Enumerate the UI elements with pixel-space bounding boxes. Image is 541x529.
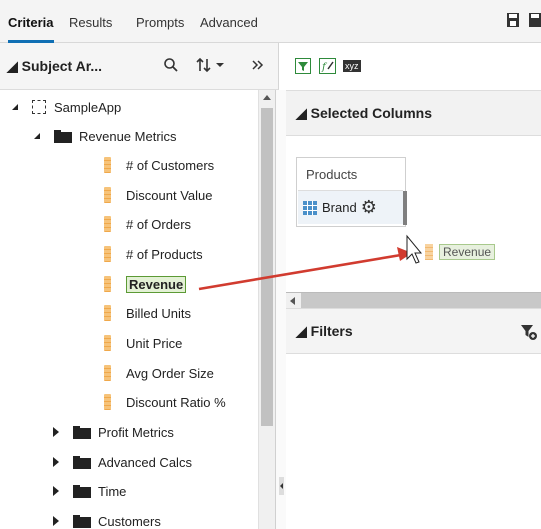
tab-prompts[interactable]: Prompts bbox=[136, 15, 184, 30]
sort-icon[interactable] bbox=[196, 57, 226, 77]
measure-label: # of Products bbox=[126, 246, 203, 262]
columns-horizontal-scrollbar[interactable] bbox=[286, 292, 541, 308]
measure-item[interactable]: Unit Price bbox=[104, 332, 182, 354]
pane-splitter[interactable] bbox=[275, 90, 286, 529]
tree-root-label: SampleApp bbox=[54, 99, 122, 115]
folder-label: Revenue Metrics bbox=[79, 128, 177, 144]
measure-item[interactable]: Discount Value bbox=[104, 184, 212, 206]
subject-area-icon bbox=[32, 100, 46, 114]
measure-icon bbox=[104, 157, 111, 173]
column-label: Brand bbox=[322, 200, 357, 215]
column-brand[interactable]: Brand ⚙ bbox=[298, 190, 407, 225]
folder-icon bbox=[73, 425, 91, 439]
folder-label: Advanced Calcs bbox=[98, 454, 192, 470]
folder-icon bbox=[73, 455, 91, 469]
folder-label: Time bbox=[98, 483, 127, 499]
measure-icon bbox=[104, 246, 111, 262]
folder-time[interactable]: Time bbox=[53, 480, 126, 502]
drag-ghost-label: Revenue bbox=[439, 244, 496, 260]
collapsed-triangle-icon[interactable] bbox=[53, 427, 59, 437]
measure-icon bbox=[104, 365, 111, 381]
filters-header: ◢ Filters bbox=[286, 308, 541, 354]
collapsed-triangle-icon[interactable] bbox=[53, 486, 59, 496]
filter-icon[interactable] bbox=[295, 58, 311, 74]
measure-item[interactable]: Discount Ratio % bbox=[104, 391, 226, 413]
expanded-triangle-icon[interactable] bbox=[12, 104, 18, 110]
tab-results[interactable]: Results bbox=[69, 15, 112, 30]
measure-label: Discount Value bbox=[126, 187, 213, 203]
tab-bar: Criteria Results Prompts Advanced bbox=[0, 0, 541, 43]
column-group-products: Products Brand ⚙ bbox=[296, 157, 407, 227]
measure-icon bbox=[104, 394, 111, 410]
drag-ghost-revenue: Revenue bbox=[425, 243, 496, 261]
selected-columns-header: ◢ Selected Columns bbox=[286, 90, 541, 136]
measure-item[interactable]: # of Products bbox=[104, 243, 203, 265]
drop-target-bar bbox=[403, 191, 407, 225]
scrollbar-thumb[interactable] bbox=[261, 108, 273, 426]
measure-icon bbox=[104, 187, 111, 203]
scroll-left-icon[interactable] bbox=[286, 293, 301, 308]
save-as-icon[interactable] bbox=[528, 12, 541, 28]
measure-label: Billed Units bbox=[126, 305, 192, 321]
measure-label: # of Orders bbox=[126, 216, 192, 232]
folder-label: Customers bbox=[98, 513, 161, 529]
collapsed-triangle-icon[interactable] bbox=[53, 516, 59, 526]
mouse-cursor-icon bbox=[406, 234, 423, 264]
tree-scrollbar[interactable] bbox=[258, 90, 275, 529]
subject-area-tree: SampleApp Revenue Metrics # of Customers… bbox=[0, 90, 258, 529]
folder-icon bbox=[54, 129, 72, 143]
measure-icon bbox=[104, 216, 111, 232]
measure-item-revenue[interactable]: Revenue bbox=[104, 273, 187, 295]
measure-label: Revenue bbox=[126, 275, 187, 293]
add-filter-icon[interactable] bbox=[520, 323, 538, 341]
save-icon[interactable] bbox=[506, 12, 520, 28]
filters-title[interactable]: ◢ Filters bbox=[296, 323, 353, 340]
gear-icon[interactable]: ⚙ bbox=[361, 197, 377, 218]
tab-advanced[interactable]: Advanced bbox=[200, 15, 258, 30]
attribute-icon bbox=[303, 200, 317, 215]
tab-criteria[interactable]: Criteria bbox=[8, 15, 54, 43]
measure-icon bbox=[425, 244, 433, 260]
folder-advanced-calcs[interactable]: Advanced Calcs bbox=[53, 451, 192, 473]
measure-icon bbox=[104, 305, 111, 321]
xyz-icon[interactable]: xyz bbox=[343, 60, 361, 72]
measure-item[interactable]: # of Customers bbox=[104, 154, 214, 176]
measure-label: Avg Order Size bbox=[126, 365, 214, 381]
arrow-head-icon bbox=[397, 247, 412, 261]
measure-item[interactable]: Billed Units bbox=[104, 302, 191, 324]
folder-icon bbox=[73, 484, 91, 498]
edit-formula-icon[interactable]: f bbox=[319, 58, 337, 74]
folder-revenue-metrics[interactable]: Revenue Metrics bbox=[34, 125, 177, 147]
criteria-toolbar: f xyz bbox=[286, 43, 541, 90]
scroll-up-icon[interactable] bbox=[263, 95, 271, 100]
measure-label: # of Customers bbox=[126, 157, 215, 173]
folder-customers[interactable]: Customers bbox=[53, 510, 161, 529]
measure-item[interactable]: Avg Order Size bbox=[104, 362, 214, 384]
collapse-pane-icon[interactable] bbox=[279, 477, 284, 495]
tree-root-sampleapp[interactable]: SampleApp bbox=[12, 96, 121, 118]
measure-label: Discount Ratio % bbox=[126, 394, 226, 410]
subject-area-header: ◢ Subject Ar... bbox=[0, 43, 279, 90]
measure-item[interactable]: # of Orders bbox=[104, 213, 191, 235]
folder-label: Profit Metrics bbox=[98, 424, 174, 440]
measure-icon bbox=[104, 276, 111, 292]
collapsed-triangle-icon[interactable] bbox=[53, 457, 59, 467]
search-icon[interactable] bbox=[163, 57, 179, 77]
measure-label: Unit Price bbox=[126, 335, 183, 351]
expanded-triangle-icon[interactable] bbox=[34, 133, 40, 139]
folder-profit-metrics[interactable]: Profit Metrics bbox=[53, 421, 174, 443]
measure-icon bbox=[104, 335, 111, 351]
selected-columns-title[interactable]: ◢ Selected Columns bbox=[296, 105, 432, 122]
double-chevron-right-icon[interactable] bbox=[251, 57, 265, 77]
column-table-name: Products bbox=[306, 167, 358, 182]
folder-icon bbox=[73, 514, 91, 528]
subject-area-title[interactable]: ◢ Subject Ar... bbox=[7, 58, 102, 75]
